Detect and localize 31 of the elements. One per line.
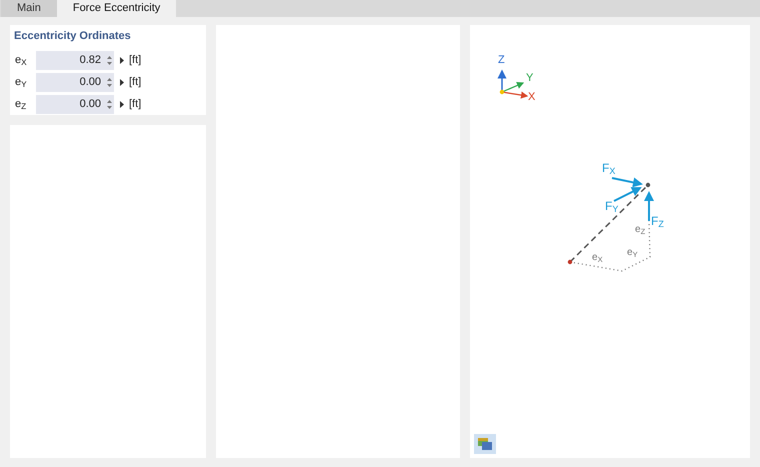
spinner-icon[interactable] [107, 54, 112, 66]
number-field[interactable]: 0.00 [36, 72, 114, 92]
play-icon[interactable] [120, 56, 124, 64]
field-label: e$_{Z}$ [14, 96, 28, 112]
axis-label: Y [526, 73, 534, 84]
axis-label: X [528, 92, 536, 103]
unit-label: [ft] [129, 52, 142, 68]
axis-label: Z [498, 55, 505, 66]
diagram-label: F$_{Z}$ [651, 215, 664, 227]
diagram-label: e$_{X}$ [592, 253, 603, 263]
spinner-icon[interactable] [107, 76, 112, 88]
diagram-label: e$_{Z}$ [635, 225, 646, 235]
tab[interactable]: Main [1, 0, 57, 17]
spinner-icon[interactable] [107, 98, 112, 110]
field-label: e$_{Y}$ [14, 74, 28, 90]
number-field[interactable]: 0.00 [36, 94, 114, 114]
diagram-label: e$_{Y}$ [627, 248, 638, 258]
tab[interactable]: Force Eccentricity [56, 0, 176, 17]
number-field[interactable]: 0.82 [36, 50, 114, 70]
play-icon[interactable] [120, 78, 124, 86]
diagram-label: F$_{X}$ [602, 162, 616, 174]
unit-label: [ft] [129, 74, 142, 90]
force-arrow-drawing [612, 177, 654, 221]
axis-triad-drawing [498, 70, 528, 99]
section-title: Eccentricity Ordinates [14, 29, 132, 44]
play-icon[interactable] [120, 100, 124, 108]
diagram-label: F$_{Y}$ [605, 200, 618, 212]
image-stack-icon [477, 437, 493, 451]
field-label: e$_{X}$ [14, 52, 28, 68]
unit-label: [ft] [129, 96, 142, 112]
view-settings-button[interactable] [474, 434, 496, 454]
